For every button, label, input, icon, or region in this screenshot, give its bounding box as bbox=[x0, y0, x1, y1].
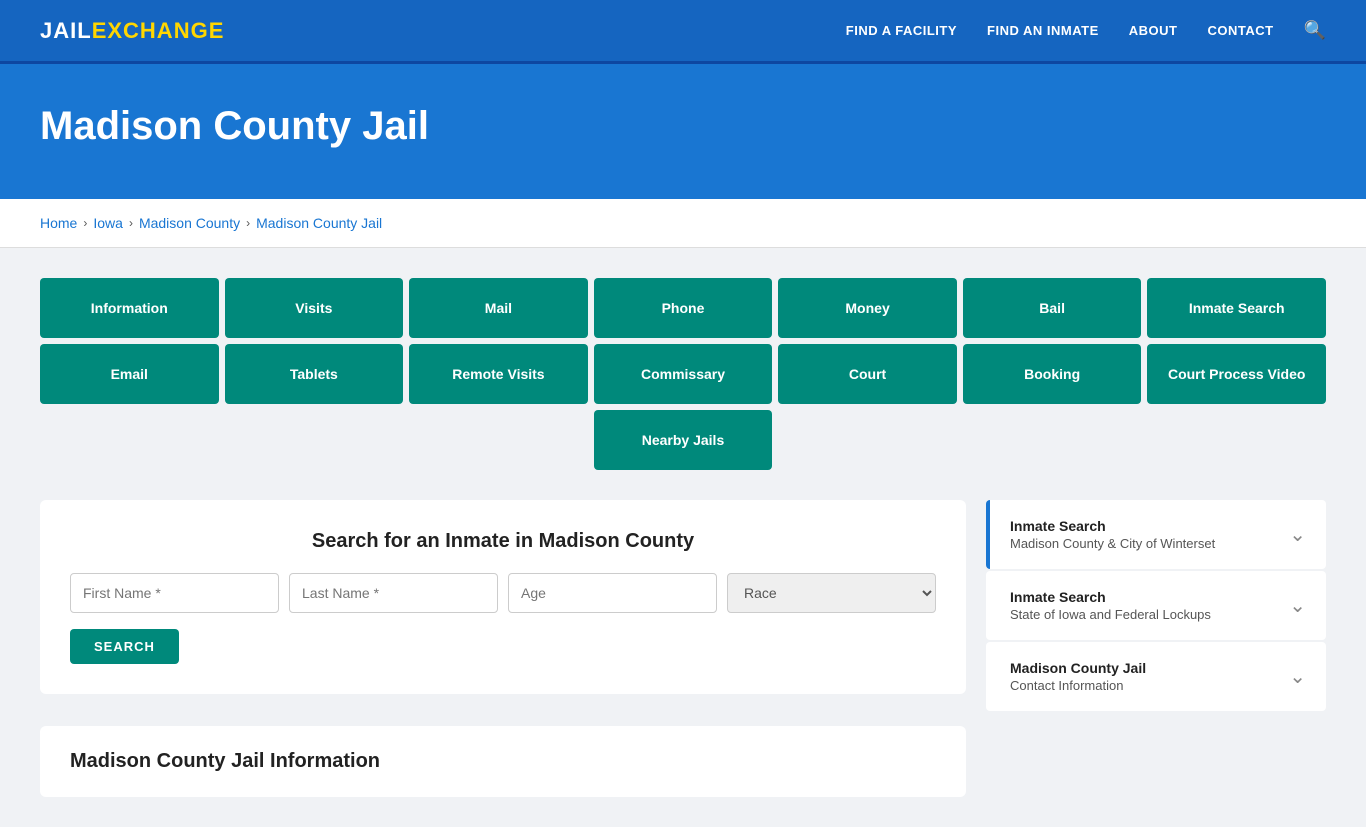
sidebar-card-madison-county-jail[interactable]: Madison County Jail Contact Information … bbox=[986, 642, 1326, 711]
search-button[interactable]: SEARCH bbox=[70, 629, 179, 664]
tile-bail[interactable]: Bail bbox=[963, 278, 1142, 338]
nav-find-inmate[interactable]: FIND AN INMATE bbox=[987, 23, 1099, 38]
nav-contact[interactable]: CONTACT bbox=[1207, 23, 1273, 38]
hero-section: Madison County Jail bbox=[0, 64, 1366, 199]
tile-row-2: EmailTabletsRemote VisitsCommissaryCourt… bbox=[40, 344, 1326, 404]
site-header: JAILEXCHANGE FIND A FACILITY FIND AN INM… bbox=[0, 0, 1366, 64]
tile-tablets[interactable]: Tablets bbox=[225, 344, 404, 404]
nav-find-facility[interactable]: FIND A FACILITY bbox=[846, 23, 957, 38]
sidebar-card-title: Madison County Jail bbox=[1010, 660, 1146, 676]
tile-commissary[interactable]: Commissary bbox=[594, 344, 773, 404]
tile-email[interactable]: Email bbox=[40, 344, 219, 404]
sidebar-card-title: Inmate Search bbox=[1010, 589, 1211, 605]
tile-remote-visits[interactable]: Remote Visits bbox=[409, 344, 588, 404]
tile-row-3: Nearby Jails bbox=[40, 410, 1326, 470]
breadcrumb-sep-1: › bbox=[83, 216, 87, 230]
jail-info-section: Madison County Jail Information bbox=[40, 726, 966, 797]
main-nav: FIND A FACILITY FIND AN INMATE ABOUT CON… bbox=[846, 20, 1326, 41]
chevron-down-icon: ⌄ bbox=[1289, 522, 1306, 547]
sidebar: Inmate Search Madison County & City of W… bbox=[986, 500, 1326, 797]
breadcrumb-bar: Home › Iowa › Madison County › Madison C… bbox=[0, 199, 1366, 248]
tile-visits[interactable]: Visits bbox=[225, 278, 404, 338]
tile-information[interactable]: Information bbox=[40, 278, 219, 338]
tile-phone[interactable]: Phone bbox=[594, 278, 773, 338]
search-title: Search for an Inmate in Madison County bbox=[70, 530, 936, 553]
breadcrumb-home[interactable]: Home bbox=[40, 215, 77, 231]
sidebar-card-inmate-search[interactable]: Inmate Search Madison County & City of W… bbox=[986, 500, 1326, 569]
breadcrumb-sep-3: › bbox=[246, 216, 250, 230]
tile-money[interactable]: Money bbox=[778, 278, 957, 338]
logo-exchange: EXCHANGE bbox=[92, 18, 225, 44]
sidebar-card-sub: State of Iowa and Federal Lockups bbox=[1010, 607, 1211, 622]
search-icon[interactable]: 🔍 bbox=[1304, 20, 1326, 41]
logo-jail: JAIL bbox=[40, 18, 92, 44]
chevron-down-icon: ⌄ bbox=[1289, 664, 1306, 689]
last-name-input[interactable] bbox=[289, 573, 498, 613]
lower-section: Search for an Inmate in Madison County R… bbox=[40, 500, 1326, 797]
sidebar-card-title: Inmate Search bbox=[1010, 518, 1215, 534]
sidebar-card-sub: Madison County & City of Winterset bbox=[1010, 536, 1215, 551]
content-area: InformationVisitsMailPhoneMoneyBailInmat… bbox=[0, 248, 1366, 827]
race-select[interactable]: Race bbox=[727, 573, 936, 613]
breadcrumb-iowa[interactable]: Iowa bbox=[93, 215, 123, 231]
breadcrumb: Home › Iowa › Madison County › Madison C… bbox=[40, 215, 1326, 231]
age-input[interactable] bbox=[508, 573, 717, 613]
tile-booking[interactable]: Booking bbox=[963, 344, 1142, 404]
page-title: Madison County Jail bbox=[40, 104, 1326, 149]
sidebar-card-sub: Contact Information bbox=[1010, 678, 1146, 693]
first-name-input[interactable] bbox=[70, 573, 279, 613]
tile-row-1: InformationVisitsMailPhoneMoneyBailInmat… bbox=[40, 278, 1326, 338]
info-title: Madison County Jail Information bbox=[70, 750, 936, 773]
chevron-down-icon: ⌄ bbox=[1289, 593, 1306, 618]
search-fields: Race bbox=[70, 573, 936, 613]
tile-nearby-jails[interactable]: Nearby Jails bbox=[594, 410, 773, 470]
sidebar-card-inmate-search[interactable]: Inmate Search State of Iowa and Federal … bbox=[986, 571, 1326, 640]
breadcrumb-madison-county[interactable]: Madison County bbox=[139, 215, 240, 231]
tile-mail[interactable]: Mail bbox=[409, 278, 588, 338]
site-logo[interactable]: JAILEXCHANGE bbox=[40, 18, 224, 44]
inmate-search-box: Search for an Inmate in Madison County R… bbox=[40, 500, 966, 694]
breadcrumb-jail[interactable]: Madison County Jail bbox=[256, 215, 382, 231]
tile-court-process-video[interactable]: Court Process Video bbox=[1147, 344, 1326, 404]
tile-court[interactable]: Court bbox=[778, 344, 957, 404]
breadcrumb-sep-2: › bbox=[129, 216, 133, 230]
tile-inmate-search[interactable]: Inmate Search bbox=[1147, 278, 1326, 338]
nav-about[interactable]: ABOUT bbox=[1129, 23, 1178, 38]
